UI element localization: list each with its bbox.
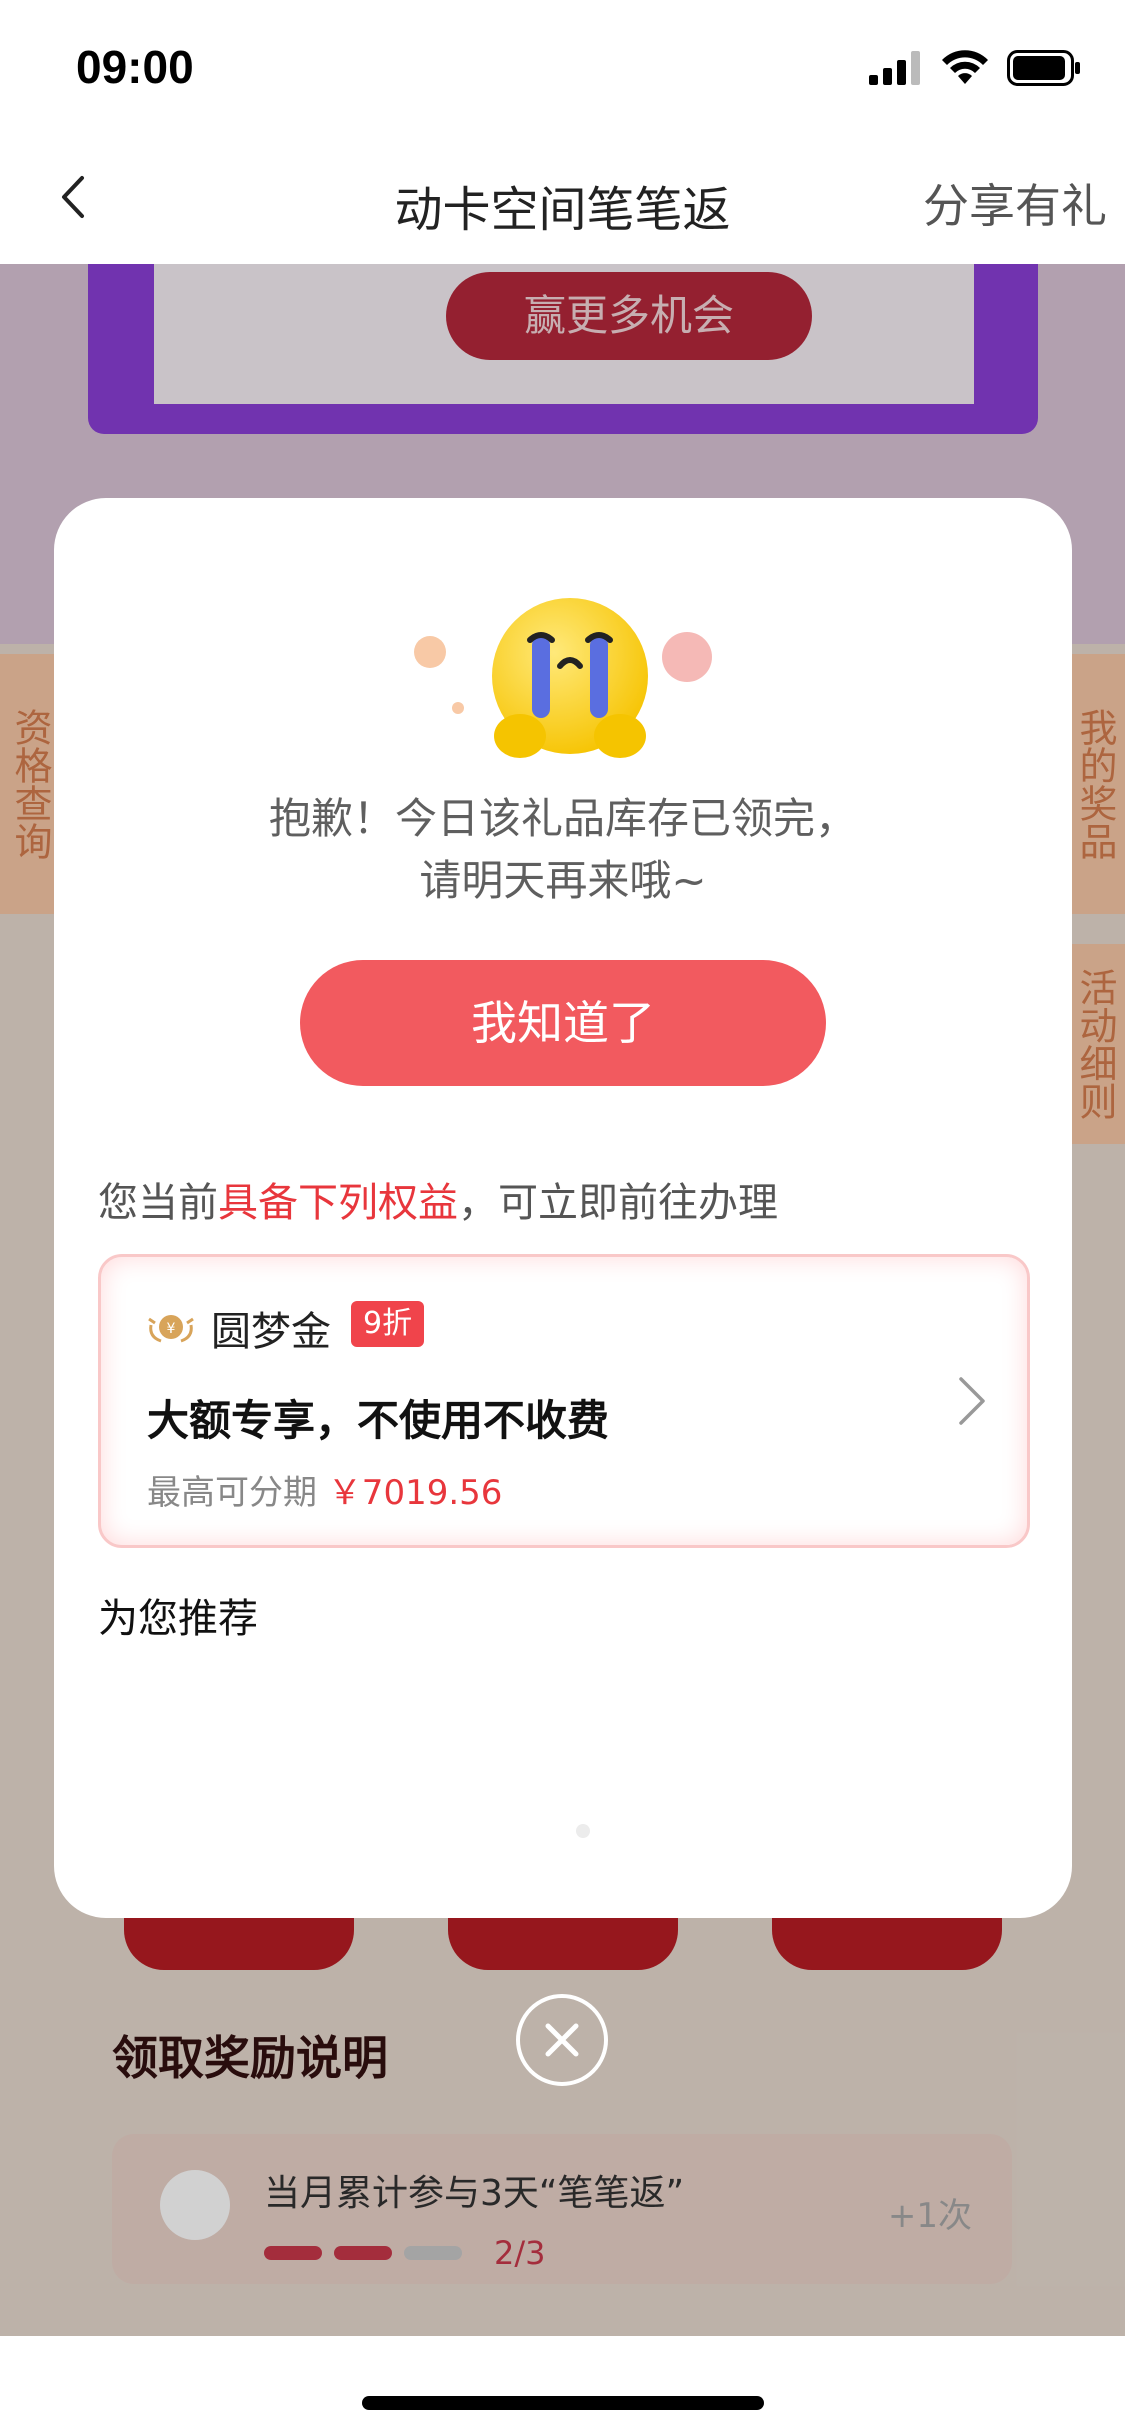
discount-badge: 9折 [351,1301,425,1347]
close-icon [545,2023,579,2057]
share-button[interactable]: 分享有礼 [923,170,1107,236]
decor-dot [452,702,464,714]
home-area [0,2336,1125,2436]
crying-face-icon [492,598,648,758]
wifi-icon [942,50,988,84]
acknowledge-button[interactable]: 我知道了 [300,960,826,1086]
recommend-title: 为您推荐 [98,1596,258,1642]
dialog-message: 抱歉！今日该礼品库存已领完， 请明天再来哦~ [54,788,1072,912]
home-indicator[interactable] [362,2396,764,2410]
decor-dot [662,632,712,682]
gold-coin-icon: ¥ [148,1315,194,1343]
decor-dot [414,636,446,668]
message-line: 请明天再来哦~ [419,856,707,905]
limit-amount: ￥7019.56 [327,1473,503,1513]
product-name: 圆梦金 [211,1309,331,1355]
signal-icon [869,51,920,85]
benefit-suffix: ，可立即前往办理 [458,1180,778,1226]
close-button[interactable] [516,1994,608,2086]
nav-bar: 动卡空间笔笔返 分享有礼 [0,132,1125,264]
emoji-illustration [54,538,1072,758]
benefit-card[interactable]: ¥ 圆梦金 9折 大额专享，不使用不收费 最高可分期 ￥7019.56 [98,1254,1030,1548]
svg-text:¥: ¥ [167,1321,176,1337]
status-icons [869,48,1081,88]
benefit-prefix: 您当前 [98,1180,218,1226]
battery-icon [1007,50,1080,86]
chevron-right-icon [959,1377,985,1425]
product-limit: 最高可分期 ￥7019.56 [147,1465,502,1514]
product-title: 大额专享，不使用不收费 [147,1396,610,1445]
status-bar: 09:00 [0,0,1125,132]
limit-label: 最高可分期 [147,1473,317,1513]
benefit-highlight: 具备下列权益 [218,1180,458,1226]
stock-empty-dialog: 抱歉！今日该礼品库存已领完， 请明天再来哦~ 我知道了 您当前具备下列权益，可立… [54,498,1072,1918]
message-line: 抱歉！今日该礼品库存已领完， [268,794,857,843]
benefit-intro: 您当前具备下列权益，可立即前往办理 [98,1170,778,1228]
carousel-dot [576,1824,590,1838]
status-time: 09:00 [76,41,194,93]
